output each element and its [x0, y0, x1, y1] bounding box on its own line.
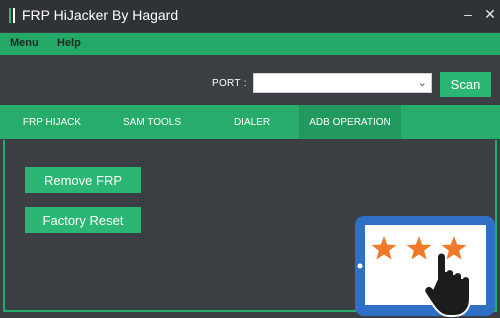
remove-frp-button[interactable]: Remove FRP [25, 167, 141, 193]
scan-button[interactable]: Scan [440, 72, 491, 97]
port-select[interactable]: ⌄ [253, 73, 432, 93]
menu-bar: Menu Help [0, 33, 500, 55]
menu-item-menu[interactable]: Menu [10, 37, 39, 49]
window-title: FRP HiJacker By Hagard [22, 7, 179, 23]
tablet-home-dot [357, 263, 363, 269]
tab-dialer[interactable]: DIALER [222, 105, 282, 139]
tab-strip: FRP HIJACK SAM TOOLS DIALER ADB OPERATIO… [0, 105, 500, 139]
tab-frp-hijack[interactable]: FRP HIJACK [12, 105, 92, 139]
app-icon [9, 8, 15, 23]
factory-reset-button[interactable]: Factory Reset [25, 207, 141, 233]
close-button[interactable]: ✕ [479, 0, 500, 28]
tab-sam-tools[interactable]: SAM TOOLS [112, 105, 192, 139]
port-label: PORT : [212, 78, 247, 89]
tab-adb-operation[interactable]: ADB OPERATION [299, 105, 401, 139]
title-bar: FRP HiJacker By Hagard – ✕ [0, 0, 500, 32]
rating-tablet-graphic [355, 216, 495, 317]
chevron-down-icon: ⌄ [417, 77, 427, 89]
minimize-button[interactable]: – [457, 0, 479, 28]
menu-item-help[interactable]: Help [57, 37, 81, 49]
